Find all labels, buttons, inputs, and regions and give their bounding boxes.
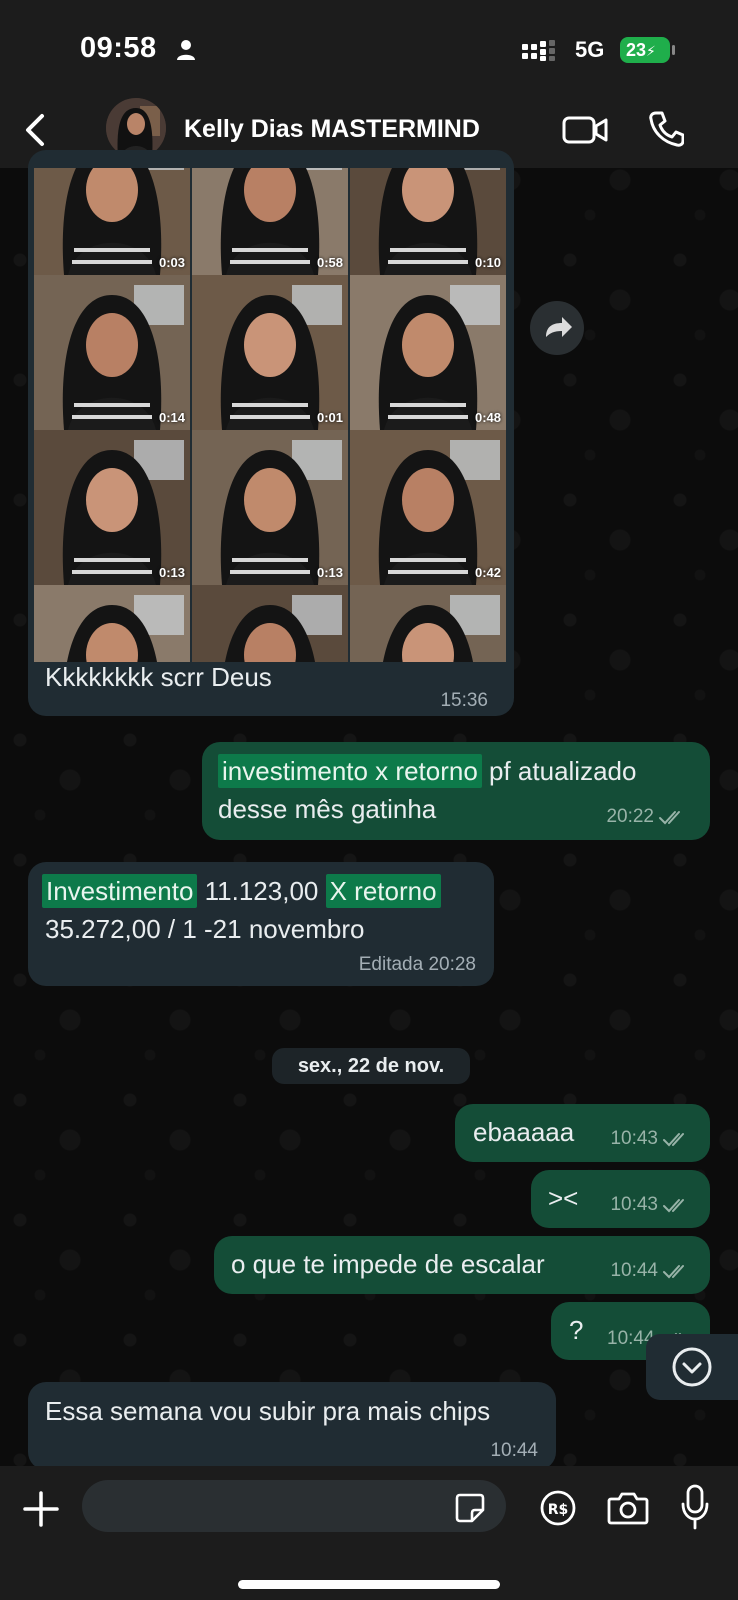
message-text-part: pf atualizado xyxy=(481,756,637,786)
media-grid: 0:03 0:58 0:10 0:14 0:01 0:48 0:13 0:13 0:42 xyxy=(34,168,508,662)
message-time: 20:22 xyxy=(606,806,654,827)
back-chevron-icon[interactable] xyxy=(22,112,50,148)
search-highlight: Investimento xyxy=(42,874,198,908)
video-duration: 0:13 xyxy=(158,565,185,580)
thumbnail-image xyxy=(34,275,190,430)
message-meta: 10:43 xyxy=(610,1194,690,1216)
composer-bar: R$ xyxy=(0,1466,738,1600)
video-duration: 0:58 xyxy=(316,255,343,270)
message-meta: 20:22 xyxy=(606,806,686,828)
message-text: Essa semana vou subir pra mais chips xyxy=(45,1396,491,1426)
video-duration: 0:13 xyxy=(316,565,343,580)
network-label: 5G xyxy=(575,37,605,62)
video-thumbnail[interactable]: 0:13 xyxy=(192,430,348,585)
video-duration: 0:14 xyxy=(158,410,185,425)
message-text: o que te impede de escalar xyxy=(231,1249,545,1279)
message-time: 10:44 xyxy=(610,1260,658,1281)
signal-icon xyxy=(522,40,555,61)
search-highlight: X retorno xyxy=(325,874,441,908)
message-bubble-incoming[interactable]: Essa semana vou subir pra mais chips 10:… xyxy=(28,1382,556,1470)
plus-icon[interactable] xyxy=(22,1490,60,1528)
double-check-icon xyxy=(663,1198,684,1213)
message-text: Investimento 11.123,00 X retorno xyxy=(42,874,441,908)
avatar-photo xyxy=(106,98,166,158)
battery-charging-icon: 23⚡ xyxy=(620,37,670,63)
message-text: investimento x retorno pf atualizado xyxy=(218,754,637,788)
forward-arrow-icon xyxy=(546,317,572,337)
sticker-icon[interactable] xyxy=(454,1492,486,1524)
battery-tip xyxy=(672,45,675,55)
date-separator: sex., 22 de nov. xyxy=(272,1048,470,1084)
date-label: sex., 22 de nov. xyxy=(297,1055,445,1077)
search-highlight: investimento x retorno xyxy=(218,754,482,788)
video-thumbnail[interactable]: 0:14 xyxy=(34,275,190,430)
thumbnail-image xyxy=(34,430,190,585)
avatar[interactable] xyxy=(106,98,166,158)
message-text-part: 11.123,00 xyxy=(197,876,326,906)
double-check-icon xyxy=(663,1264,684,1279)
video-thumbnail[interactable]: 0:10 xyxy=(350,168,506,275)
thumbnail-image xyxy=(350,275,506,430)
album-caption: Kkkkkkkk scrr Deus xyxy=(45,662,272,692)
svg-text:R$: R$ xyxy=(548,1502,569,1518)
message-text: ebaaaaa xyxy=(473,1117,575,1147)
video-thumbnail[interactable]: 0:13 xyxy=(34,430,190,585)
message-text-line2: desse mês gatinha xyxy=(218,794,437,824)
message-bubble-outgoing[interactable]: investimento x retorno pf atualizado des… xyxy=(202,742,710,840)
phone-icon[interactable] xyxy=(648,110,684,148)
message-input[interactable] xyxy=(82,1480,506,1532)
message-text: ? xyxy=(569,1315,584,1345)
video-thumbnail[interactable] xyxy=(34,585,190,662)
message-text-line2: 35.272,00 / 1 -21 novembro xyxy=(45,914,365,944)
forward-button[interactable] xyxy=(530,301,584,355)
message-text: >< xyxy=(548,1183,579,1213)
clock: 09:58 xyxy=(80,32,157,64)
microphone-icon[interactable] xyxy=(680,1484,710,1530)
thumbnail-image xyxy=(192,585,348,662)
payment-icon[interactable]: R$ xyxy=(540,1490,576,1526)
video-duration: 0:10 xyxy=(474,255,501,270)
thumbnail-image xyxy=(350,430,506,585)
thumbnail-image xyxy=(192,275,348,430)
message-bubble-outgoing[interactable]: o que te impede de escalar 10:44 xyxy=(214,1236,710,1294)
thumbnail-image xyxy=(192,430,348,585)
bolt-icon: ⚡ xyxy=(646,43,656,59)
video-duration: 0:01 xyxy=(316,410,343,425)
double-check-icon xyxy=(659,810,680,825)
message-time: 10:43 xyxy=(610,1128,658,1149)
home-indicator xyxy=(238,1580,500,1589)
album-time: 15:36 xyxy=(440,690,488,711)
chevron-down-icon xyxy=(672,1347,712,1387)
message-bubble-incoming[interactable]: Investimento 11.123,00 X retorno 35.272,… xyxy=(28,862,494,986)
thumbnail-image xyxy=(350,585,506,662)
video-thumbnail[interactable]: 0:01 xyxy=(192,275,348,430)
message-bubble-outgoing[interactable]: >< 10:43 xyxy=(531,1170,710,1228)
contact-name[interactable]: Kelly Dias MASTERMIND xyxy=(184,115,480,144)
status-bar: 09:58 5G 23⚡ xyxy=(0,0,738,90)
message-time: Editada 20:28 xyxy=(358,954,476,975)
video-thumbnail[interactable]: 0:42 xyxy=(350,430,506,585)
message-meta: 10:43 xyxy=(610,1128,690,1150)
double-check-icon xyxy=(663,1132,684,1147)
camera-icon[interactable] xyxy=(607,1490,649,1526)
video-thumbnail[interactable]: 0:58 xyxy=(192,168,348,275)
video-duration: 0:42 xyxy=(474,565,501,580)
video-thumbnail[interactable]: 0:03 xyxy=(34,168,190,275)
video-duration: 0:48 xyxy=(474,410,501,425)
message-meta: 10:44 xyxy=(610,1260,690,1282)
battery-level: 23 xyxy=(626,40,647,60)
video-call-icon[interactable] xyxy=(562,114,608,146)
video-thumbnail[interactable]: 0:48 xyxy=(350,275,506,430)
video-duration: 0:03 xyxy=(158,255,185,270)
video-thumbnail[interactable] xyxy=(350,585,506,662)
message-bubble-outgoing[interactable]: ebaaaaa 10:43 xyxy=(455,1104,710,1162)
message-time: 10:44 xyxy=(490,1440,538,1461)
thumbnail-image xyxy=(34,585,190,662)
message-time: 10:43 xyxy=(610,1194,658,1215)
video-thumbnail[interactable] xyxy=(192,585,348,662)
scroll-to-bottom-button[interactable] xyxy=(646,1334,738,1400)
person-icon xyxy=(177,40,195,60)
